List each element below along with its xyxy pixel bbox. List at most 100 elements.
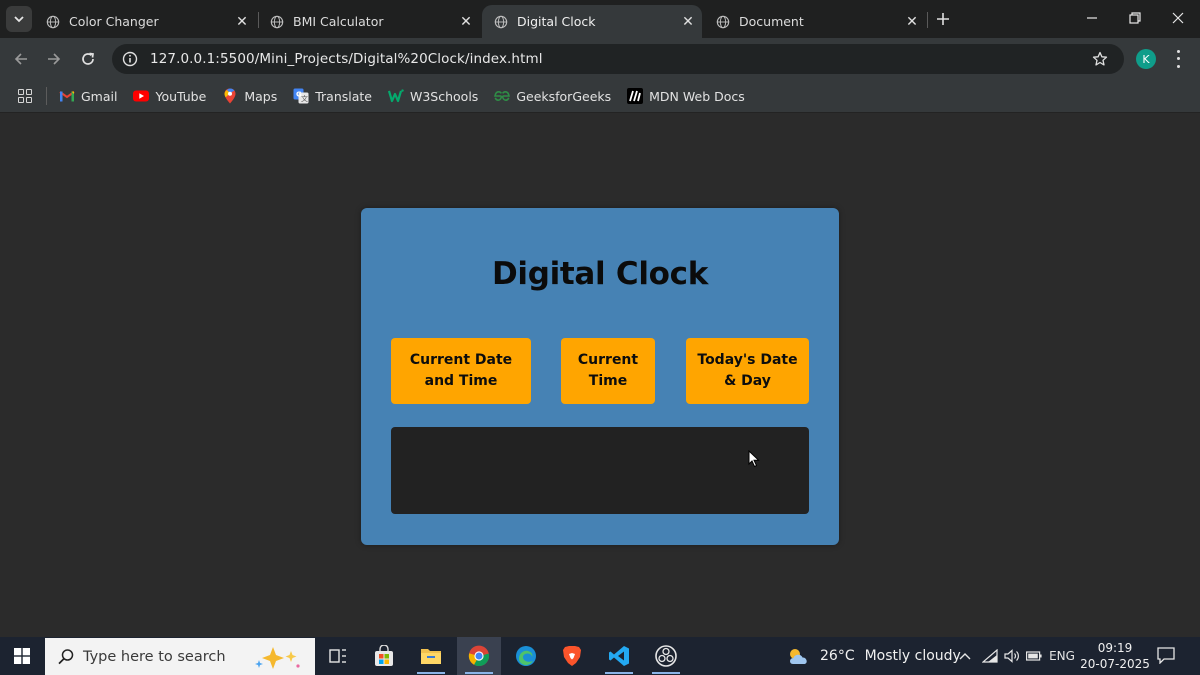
browser-menu-icon[interactable] — [1172, 48, 1184, 70]
clock-display — [391, 427, 809, 514]
task-view-button[interactable] — [316, 637, 360, 675]
bookmark-star-icon[interactable] — [1092, 51, 1108, 67]
taskbar-obs[interactable] — [644, 637, 688, 675]
network-status[interactable] — [980, 637, 1000, 675]
show-hidden-icons[interactable] — [955, 637, 975, 675]
minimize-button[interactable] — [1070, 0, 1114, 36]
search-icon — [58, 648, 74, 664]
close-icon[interactable]: ✕ — [902, 12, 922, 32]
search-placeholder: Type here to search — [83, 648, 226, 665]
bookmark-label: GeeksforGeeks — [516, 88, 612, 104]
tab-title: Color Changer — [69, 14, 159, 29]
mouse-cursor-icon — [748, 450, 760, 468]
url-text[interactable]: 127.0.0.1:5500/Mini_Projects/Digital%20C… — [150, 51, 543, 67]
taskbar-microsoft-store[interactable] — [362, 637, 406, 675]
bookmark-translate[interactable]: G文 Translate — [293, 88, 372, 104]
back-button[interactable] — [8, 46, 34, 72]
close-window-button[interactable] — [1156, 0, 1200, 36]
folder-icon — [421, 649, 441, 664]
taskbar-search-box[interactable]: Type here to search — [45, 638, 315, 675]
obs-icon — [655, 645, 677, 667]
chrome-icon — [468, 645, 490, 667]
microsoft-store-icon — [375, 645, 393, 666]
wifi-icon — [982, 649, 998, 663]
input-language[interactable]: ENG — [1048, 637, 1076, 675]
bookmark-label: Maps — [244, 88, 278, 104]
battery-icon — [1026, 651, 1042, 661]
gmail-icon — [59, 88, 75, 104]
info-icon[interactable] — [122, 51, 138, 67]
taskbar-edge[interactable] — [504, 637, 548, 675]
bookmark-label: MDN Web Docs — [649, 88, 745, 104]
tab-bmi-calculator[interactable]: BMI Calculator ✕ — [258, 5, 480, 38]
reload-button[interactable] — [75, 46, 101, 72]
tab-digital-clock[interactable]: Digital Clock ✕ — [482, 5, 702, 38]
clock-time: 09:19 — [1097, 641, 1133, 655]
back-arrow-icon — [14, 53, 27, 65]
windows-logo-icon — [14, 648, 30, 664]
chevron-up-icon — [959, 653, 971, 660]
profile-avatar[interactable]: K — [1136, 49, 1156, 69]
close-icon[interactable]: ✕ — [456, 12, 476, 32]
battery-status[interactable] — [1024, 637, 1044, 675]
restore-button[interactable] — [1113, 0, 1157, 36]
tab-color-changer[interactable]: Color Changer ✕ — [34, 5, 256, 38]
tab-search-button[interactable] — [6, 6, 32, 32]
address-bar[interactable]: 127.0.0.1:5500/Mini_Projects/Digital%20C… — [112, 44, 1124, 74]
taskbar-brave[interactable] — [550, 637, 594, 675]
globe-icon — [494, 15, 508, 28]
plus-icon — [937, 13, 949, 25]
start-button[interactable] — [0, 637, 44, 675]
taskbar-vscode[interactable] — [597, 637, 641, 675]
copilot-sparkle-icon — [255, 647, 300, 669]
vscode-icon — [609, 646, 629, 666]
weather-condition: Mostly cloudy — [864, 648, 961, 664]
notification-icon[interactable] — [1156, 646, 1176, 664]
mdn-icon — [627, 88, 644, 104]
bookmark-mdn[interactable]: MDN Web Docs — [627, 88, 745, 104]
close-icon[interactable]: ✕ — [678, 12, 698, 32]
bookmark-geeksforgeeks[interactable]: GeeksforGeeks — [494, 88, 611, 104]
edge-icon — [516, 646, 536, 666]
w3schools-icon — [387, 88, 404, 104]
current-time-button[interactable]: Current Time — [561, 338, 655, 404]
globe-icon — [716, 15, 730, 28]
bookmark-label: Translate — [315, 88, 372, 104]
clock-card: Digital Clock Current Date and Time Curr… — [361, 208, 839, 545]
reload-icon — [82, 52, 94, 65]
youtube-icon — [133, 88, 150, 104]
bookmark-w3schools[interactable]: W3Schools — [387, 88, 479, 104]
bookmark-gmail[interactable]: Gmail — [59, 88, 117, 104]
tab-document[interactable]: Document ✕ — [704, 5, 926, 38]
new-tab-button[interactable] — [932, 8, 954, 30]
task-view-icon — [329, 649, 346, 663]
current-date-time-button[interactable]: Current Date and Time — [391, 338, 531, 404]
todays-date-day-button[interactable]: Today's Date & Day — [686, 338, 809, 404]
bookmark-label: W3Schools — [409, 88, 479, 104]
maps-icon — [222, 88, 238, 104]
brave-icon — [563, 646, 581, 666]
close-icon[interactable]: ✕ — [232, 12, 252, 32]
taskbar-file-explorer[interactable] — [409, 637, 453, 675]
page-title: Digital Clock — [491, 256, 709, 292]
bookmark-youtube[interactable]: YouTube — [133, 88, 206, 104]
tab-strip: Color Changer ✕ BMI Calculator ✕ Digital… — [0, 0, 1200, 38]
tab-separator — [927, 12, 928, 28]
taskbar-chrome[interactable] — [457, 637, 501, 675]
clock-date: 20-07-2025 — [1080, 657, 1150, 671]
partly-cloudy-icon — [790, 649, 807, 664]
tab-title: BMI Calculator — [293, 14, 384, 29]
forward-button[interactable] — [41, 46, 67, 72]
browser-toolbar: 127.0.0.1:5500/Mini_Projects/Digital%20C… — [0, 38, 1200, 80]
chevron-down-icon — [14, 16, 24, 23]
taskbar-clock[interactable]: 09:19 20-07-2025 — [1080, 640, 1150, 672]
bookmark-label: Gmail — [81, 88, 118, 104]
apps-grid-icon[interactable] — [18, 89, 32, 103]
bookmark-label: YouTube — [155, 88, 207, 104]
taskbar-weather[interactable]: 26°C Mostly cloudy — [786, 637, 961, 675]
volume-control[interactable] — [1002, 637, 1022, 675]
bookmark-maps[interactable]: Maps — [222, 88, 277, 104]
page-viewport: Digital Clock Current Date and Time Curr… — [0, 114, 1200, 636]
speaker-icon — [1004, 649, 1019, 663]
globe-icon — [270, 15, 284, 28]
